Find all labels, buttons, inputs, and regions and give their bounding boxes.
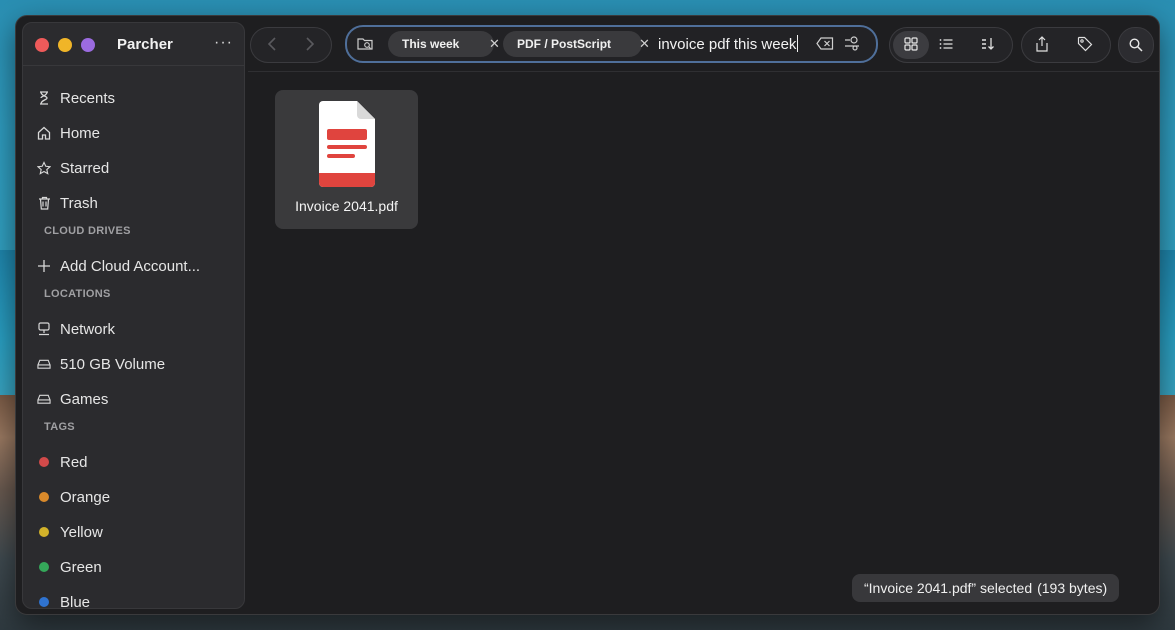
sidebar-item-label: Home bbox=[60, 124, 101, 142]
section-tags: TAGS bbox=[44, 421, 75, 433]
drive-icon bbox=[37, 357, 51, 371]
sidebar-item-tag-green[interactable]: Green bbox=[37, 553, 102, 581]
maximize-window-button[interactable] bbox=[81, 38, 95, 52]
sidebar-item-label: Games bbox=[60, 390, 109, 408]
filter-chip-this-week[interactable]: This week ✕ bbox=[388, 31, 500, 57]
trash-icon bbox=[37, 196, 51, 210]
sidebar: Parcher ··· Recents Home Starred Trash C… bbox=[22, 22, 245, 611]
plus-icon bbox=[37, 259, 51, 273]
search-location-icon[interactable] bbox=[357, 36, 374, 56]
hourglass-icon bbox=[37, 91, 51, 105]
sort-button[interactable] bbox=[981, 37, 995, 56]
sidebar-item-starred[interactable]: Starred bbox=[37, 154, 109, 182]
file-name: Invoice 2041.pdf bbox=[295, 198, 398, 214]
search-query-text: invoice pdf this week bbox=[658, 36, 797, 53]
text-caret bbox=[797, 35, 799, 52]
tag-color-dot bbox=[39, 597, 49, 607]
sidebar-item-recents[interactable]: Recents bbox=[37, 84, 115, 112]
search-options-icon[interactable] bbox=[844, 35, 860, 56]
sidebar-item-label: Starred bbox=[60, 159, 110, 177]
sidebar-item-tag-yellow[interactable]: Yellow bbox=[37, 518, 103, 546]
grid-icon bbox=[904, 37, 918, 56]
sidebar-item-network[interactable]: Network bbox=[37, 315, 115, 343]
window-controls bbox=[35, 38, 95, 52]
add-cloud-account-label: Add Cloud Account... bbox=[60, 257, 201, 275]
file-item[interactable]: Invoice 2041.pdf bbox=[275, 90, 418, 229]
app-title: Parcher bbox=[117, 36, 173, 53]
section-cloud-drives: CLOUD DRIVES bbox=[44, 225, 131, 237]
sidebar-item-label: Trash bbox=[60, 194, 98, 212]
status-size-text: (193 bytes) bbox=[1037, 580, 1108, 596]
tag-color-dot bbox=[39, 562, 49, 572]
search-input[interactable]: invoice pdf this week bbox=[658, 35, 799, 53]
sidebar-item-label: 510 GB Volume bbox=[60, 355, 166, 373]
forward-button[interactable] bbox=[305, 36, 315, 57]
close-window-button[interactable] bbox=[35, 38, 49, 52]
chevron-left-icon bbox=[267, 37, 276, 51]
search-icon bbox=[1129, 38, 1143, 52]
sidebar-item-label: Red bbox=[60, 453, 88, 471]
sidebar-divider bbox=[23, 65, 244, 66]
tag-button[interactable] bbox=[1077, 36, 1093, 57]
chip-label: This week bbox=[402, 37, 460, 51]
add-cloud-account-button[interactable]: Add Cloud Account... bbox=[37, 252, 200, 280]
pdf-file-icon bbox=[319, 101, 375, 192]
navigation-buttons bbox=[250, 27, 332, 63]
remove-chip-icon[interactable]: ✕ bbox=[489, 36, 500, 52]
selection-status: “Invoice 2041.pdf” selected (193 bytes) bbox=[852, 574, 1120, 602]
share-button[interactable] bbox=[1035, 36, 1049, 57]
clear-search-icon[interactable] bbox=[816, 37, 834, 55]
network-icon bbox=[37, 322, 51, 336]
minimize-window-button[interactable] bbox=[58, 38, 72, 52]
drive-icon bbox=[37, 392, 51, 406]
tag-color-dot bbox=[39, 527, 49, 537]
sidebar-item-tag-blue[interactable]: Blue bbox=[37, 588, 91, 614]
sidebar-item-label: Orange bbox=[60, 488, 111, 506]
file-manager-window: Parcher ··· Recents Home Starred Trash C… bbox=[15, 15, 1160, 615]
tag-icon bbox=[1077, 36, 1093, 52]
sidebar-item-volume[interactable]: 510 GB Volume bbox=[37, 350, 165, 378]
sidebar-item-home[interactable]: Home bbox=[37, 119, 100, 147]
section-locations: LOCATIONS bbox=[44, 288, 111, 300]
star-icon bbox=[37, 160, 51, 175]
sort-icon bbox=[982, 38, 994, 50]
sidebar-item-trash[interactable]: Trash bbox=[37, 189, 98, 217]
sidebar-item-label: Yellow bbox=[60, 523, 103, 541]
view-mode-buttons bbox=[889, 27, 1013, 63]
home-icon bbox=[37, 126, 51, 140]
back-button[interactable] bbox=[267, 36, 277, 57]
search-bar[interactable]: This week ✕ PDF / PostScript ✕ invoice p… bbox=[345, 25, 878, 63]
filter-chip-pdf-postscript[interactable]: PDF / PostScript ✕ bbox=[503, 31, 650, 57]
tag-color-dot bbox=[39, 457, 49, 467]
chip-label: PDF / PostScript bbox=[517, 37, 612, 51]
sidebar-item-tag-red[interactable]: Red bbox=[37, 448, 88, 476]
search-button[interactable] bbox=[1118, 27, 1154, 63]
status-selected-text: “Invoice 2041.pdf” selected bbox=[864, 580, 1033, 596]
sidebar-item-games[interactable]: Games bbox=[37, 385, 108, 413]
sidebar-item-tag-orange[interactable]: Orange bbox=[37, 483, 110, 511]
remove-chip-icon[interactable]: ✕ bbox=[639, 36, 650, 52]
sidebar-item-label: Green bbox=[60, 558, 102, 576]
chevron-right-icon bbox=[306, 37, 315, 51]
toolbar-divider bbox=[248, 71, 1159, 72]
list-icon bbox=[939, 39, 953, 49]
sidebar-item-label: Network bbox=[60, 320, 116, 338]
sidebar-item-label: Recents bbox=[60, 89, 116, 107]
sidebar-item-label: Blue bbox=[60, 593, 91, 611]
list-view-button[interactable] bbox=[939, 37, 953, 56]
share-icon bbox=[1036, 36, 1048, 52]
tag-color-dot bbox=[39, 492, 49, 502]
action-buttons bbox=[1021, 27, 1111, 63]
more-menu-button[interactable]: ··· bbox=[214, 34, 233, 52]
